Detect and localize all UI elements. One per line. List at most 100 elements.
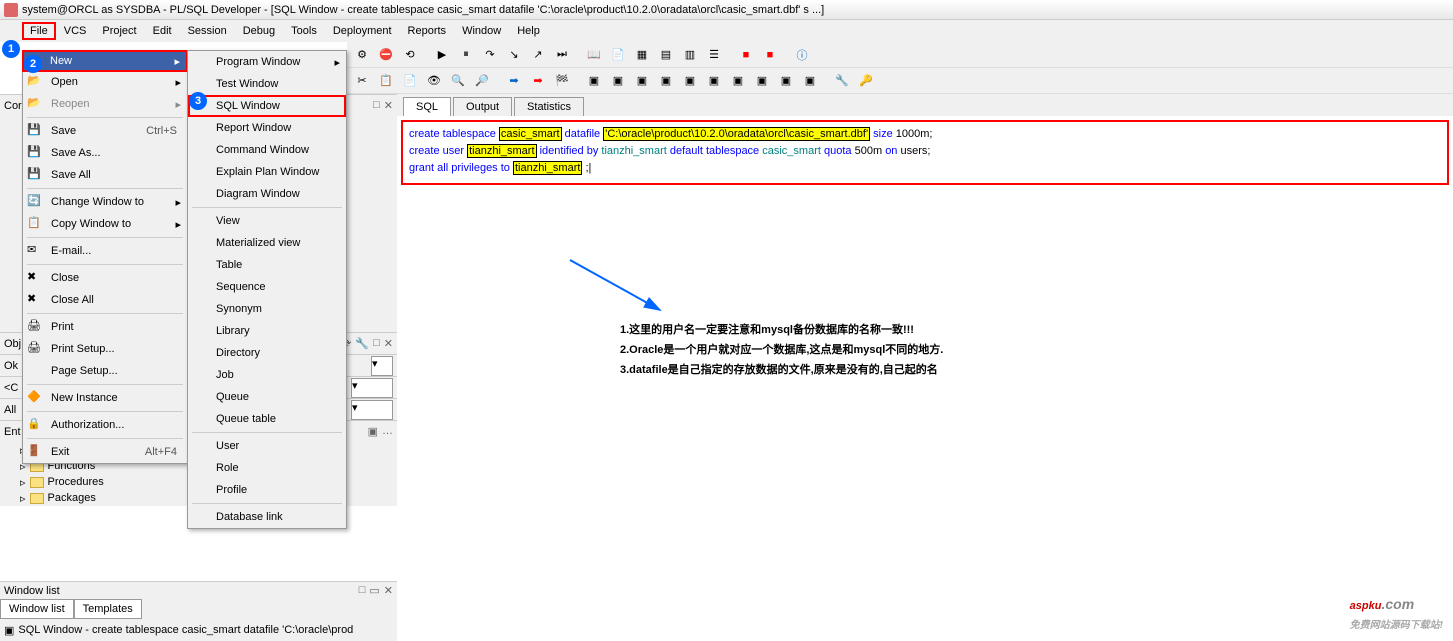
menu-window[interactable]: Window xyxy=(454,22,509,40)
menu-debug[interactable]: Debug xyxy=(235,22,283,40)
file-copywin[interactable]: 📋Copy Window to▸ xyxy=(23,213,187,235)
file-closeall[interactable]: ✖Close All xyxy=(23,289,187,311)
close-icon[interactable]: ✕ xyxy=(384,99,393,112)
menu-edit[interactable]: Edit xyxy=(145,22,180,40)
file-auth[interactable]: 🔒Authorization... xyxy=(23,414,187,436)
new-report[interactable]: Report Window xyxy=(188,117,346,139)
dock-icon[interactable]: ▭ xyxy=(369,584,379,597)
tb-execute-icon[interactable]: ⚙ xyxy=(351,44,373,66)
pin-icon[interactable]: □ xyxy=(373,337,380,350)
tb-view-icon[interactable]: ▥ xyxy=(679,44,701,66)
bottom-tab-templates[interactable]: Templates xyxy=(74,599,142,619)
new-explain[interactable]: Explain Plan Window xyxy=(188,161,346,183)
tab-output[interactable]: Output xyxy=(453,97,512,116)
file-saveall[interactable]: 💾Save All xyxy=(23,164,187,186)
tb2-key-icon[interactable]: 🔑 xyxy=(855,70,877,92)
bottom-tab-windowlist[interactable]: Window list xyxy=(0,599,74,619)
new-job[interactable]: Job xyxy=(188,364,346,386)
menu-project[interactable]: Project xyxy=(94,22,144,40)
tab-sql[interactable]: SQL xyxy=(403,97,451,116)
file-newinstance[interactable]: 🔶New Instance xyxy=(23,387,187,409)
tb2-flag-icon[interactable]: 🏁 xyxy=(551,70,573,92)
new-role[interactable]: Role xyxy=(188,457,346,479)
close-icon[interactable]: ✕ xyxy=(384,337,393,350)
pin-icon[interactable]: □ xyxy=(373,99,380,112)
menu-file[interactable]: File xyxy=(22,22,56,40)
tb2-win4-icon[interactable]: ▣ xyxy=(655,70,677,92)
menu-vcs[interactable]: VCS xyxy=(56,22,95,40)
new-queue[interactable]: Queue xyxy=(188,386,346,408)
file-changewin[interactable]: 🔄Change Window to▸ xyxy=(23,191,187,213)
tb2-tool-icon[interactable]: 🔧 xyxy=(831,70,853,92)
combo2[interactable]: ▾ xyxy=(351,378,393,398)
tb2-eye-icon[interactable]: 👁 xyxy=(423,70,445,92)
tb-step-icon[interactable]: ⟲ xyxy=(399,44,421,66)
combo3[interactable]: ▾ xyxy=(351,400,393,420)
pin-icon[interactable]: □ xyxy=(359,584,366,597)
icon1[interactable]: ▣ xyxy=(368,425,378,438)
tb-play-icon[interactable]: ▶ xyxy=(431,44,453,66)
tb2-win1-icon[interactable]: ▣ xyxy=(583,70,605,92)
tb-run-icon[interactable]: ⏭ xyxy=(551,44,573,66)
tb2-win6-icon[interactable]: ▣ xyxy=(703,70,725,92)
tab-stats[interactable]: Statistics xyxy=(514,97,584,116)
file-pagesetup[interactable]: Page Setup... xyxy=(23,360,187,382)
tb-doc-icon[interactable]: 📄 xyxy=(607,44,629,66)
file-save[interactable]: 💾SaveCtrl+S xyxy=(23,120,187,142)
tb-red1-icon[interactable]: ■ xyxy=(735,44,757,66)
menu-session[interactable]: Session xyxy=(180,22,235,40)
tb-table-icon[interactable]: ▤ xyxy=(655,44,677,66)
file-print[interactable]: 🖨Print xyxy=(23,316,187,338)
file-email[interactable]: ✉E-mail... xyxy=(23,240,187,262)
tool-icon[interactable]: 🔧 xyxy=(355,337,369,350)
file-saveas[interactable]: 💾Save As... xyxy=(23,142,187,164)
tb2-find-icon[interactable]: 🔎 xyxy=(471,70,493,92)
icon2[interactable]: … xyxy=(382,425,393,438)
file-open[interactable]: 📂Open▸ xyxy=(23,71,187,93)
tb-pause-icon[interactable]: ⏸ xyxy=(455,44,477,66)
tb2-copy-icon[interactable]: 📋 xyxy=(375,70,397,92)
tb-info-icon[interactable]: ⓘ xyxy=(791,44,813,66)
new-library[interactable]: Library xyxy=(188,320,346,342)
tb2-win5-icon[interactable]: ▣ xyxy=(679,70,701,92)
tb2-win7-icon[interactable]: ▣ xyxy=(727,70,749,92)
new-view[interactable]: View xyxy=(188,210,346,232)
tb2-cut-icon[interactable]: ✂ xyxy=(351,70,373,92)
new-user[interactable]: User xyxy=(188,435,346,457)
sql-editor[interactable]: create tablespace casic_smart datafile '… xyxy=(401,120,1449,185)
new-synonym[interactable]: Synonym xyxy=(188,298,346,320)
tb2-paste-icon[interactable]: 📄 xyxy=(399,70,421,92)
tb-stepin-icon[interactable]: ↘ xyxy=(503,44,525,66)
new-matview[interactable]: Materialized view xyxy=(188,232,346,254)
new-dblink[interactable]: Database link xyxy=(188,506,346,528)
new-queuetable[interactable]: Queue table xyxy=(188,408,346,430)
new-directory[interactable]: Directory xyxy=(188,342,346,364)
menu-deployment[interactable]: Deployment xyxy=(325,22,400,40)
new-command[interactable]: Command Window xyxy=(188,139,346,161)
new-table[interactable]: Table xyxy=(188,254,346,276)
bottom-row-text[interactable]: SQL Window - create tablespace casic_sma… xyxy=(18,624,353,636)
new-sequence[interactable]: Sequence xyxy=(188,276,346,298)
new-test[interactable]: Test Window xyxy=(188,73,346,95)
file-new[interactable]: New▸ xyxy=(22,50,188,72)
file-exit[interactable]: 🚪ExitAlt+F4 xyxy=(23,441,187,463)
tb-stop-icon[interactable]: ⛔ xyxy=(375,44,397,66)
menu-help[interactable]: Help xyxy=(509,22,548,40)
tb-book-icon[interactable]: 📖 xyxy=(583,44,605,66)
tb-grid-icon[interactable]: ▦ xyxy=(631,44,653,66)
new-program[interactable]: Program Window▸ xyxy=(188,51,346,73)
menu-tools[interactable]: Tools xyxy=(283,22,325,40)
close-icon[interactable]: ✕ xyxy=(384,584,393,597)
combo1[interactable]: ▾ xyxy=(371,356,393,376)
new-diagram[interactable]: Diagram Window xyxy=(188,183,346,205)
tb-list-icon[interactable]: ☰ xyxy=(703,44,725,66)
new-sql[interactable]: SQL Window xyxy=(188,95,346,117)
tb-stepover-icon[interactable]: ↷ xyxy=(479,44,501,66)
tb-stepout-icon[interactable]: ↗ xyxy=(527,44,549,66)
tb2-win9-icon[interactable]: ▣ xyxy=(775,70,797,92)
file-reopen[interactable]: 📂Reopen▸ xyxy=(23,93,187,115)
tb2-right2-icon[interactable]: ➡ xyxy=(527,70,549,92)
tb2-win8-icon[interactable]: ▣ xyxy=(751,70,773,92)
tb2-right-icon[interactable]: ➡ xyxy=(503,70,525,92)
tb-red2-icon[interactable]: ■ xyxy=(759,44,781,66)
